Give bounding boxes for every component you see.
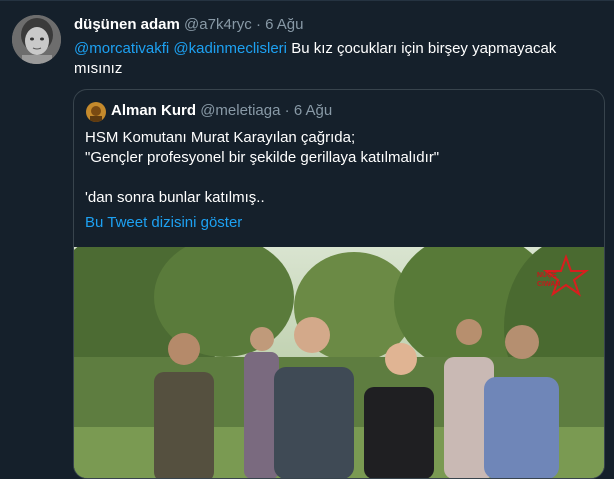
quoted-text: HSM Komutanı Murat Karayılan çağrıda; "G… (85, 129, 440, 206)
tweet-header: düşünen adam @a7k4ryc · 6 Ağu (74, 15, 304, 35)
photo-scene: NÛÇE CIWAN (74, 247, 604, 478)
top-divider (0, 0, 614, 1)
separator-dot: · (255, 16, 261, 33)
handle[interactable]: @a7k4ryc (184, 16, 252, 33)
tweet-date[interactable]: 6 Ağu (265, 16, 303, 33)
separator-dot: · (284, 102, 290, 119)
quoted-display-name[interactable]: Alman Kurd (111, 102, 196, 119)
quoted-avatar-image (86, 102, 106, 122)
quoted-avatar[interactable] (86, 102, 106, 122)
mention-link[interactable]: @morcativakfi (74, 40, 169, 57)
show-thread-link[interactable]: Bu Tweet dizisini göster (85, 213, 242, 233)
watermark-line2: CIWAN (537, 281, 560, 288)
display-name[interactable]: düşünen adam (74, 16, 180, 33)
avatar[interactable] (12, 15, 61, 64)
avatar-image (12, 15, 61, 64)
media-image[interactable]: NÛÇE CIWAN (74, 247, 604, 478)
watermark-line1: NÛÇE (537, 270, 557, 279)
quoted-handle[interactable]: @meletiaga (200, 102, 280, 119)
mention-link[interactable]: @kadinmeclisleri (173, 40, 287, 57)
tweet-text: @morcativakfi @kadinmeclisleri Bu kız ço… (74, 39, 604, 79)
quoted-tweet[interactable]: Alman Kurd @meletiaga · 6 Ağu HSM Komuta… (73, 89, 605, 479)
quoted-date[interactable]: 6 Ağu (294, 102, 332, 119)
quoted-header: Alman Kurd @meletiaga · 6 Ağu (111, 101, 332, 121)
